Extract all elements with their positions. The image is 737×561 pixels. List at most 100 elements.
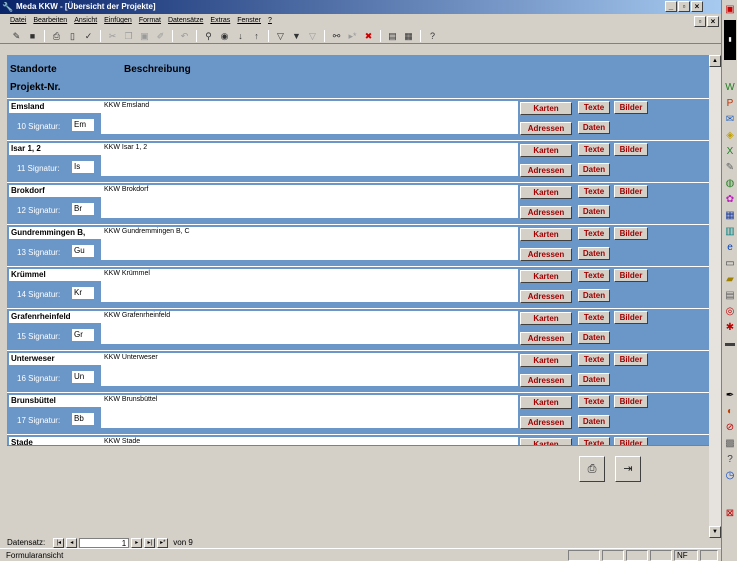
daten-button[interactable]: Daten: [578, 415, 610, 428]
location-name-field[interactable]: Brokdorf: [9, 185, 102, 197]
bilder-button[interactable]: Bilder: [614, 269, 648, 282]
signature-field[interactable]: Kr: [72, 287, 94, 299]
signature-field[interactable]: Bb: [72, 413, 94, 425]
globe-icon[interactable]: ◍: [724, 178, 736, 190]
cut-icon[interactable]: ✂: [106, 30, 119, 42]
location-name-field[interactable]: Brunsbüttel: [9, 395, 102, 407]
location-name-field[interactable]: Isar 1, 2: [9, 143, 102, 155]
location-name-field[interactable]: Grafenrheinfeld: [9, 311, 102, 323]
karten-button[interactable]: Karten: [520, 354, 572, 367]
texte-button[interactable]: Texte: [578, 269, 610, 282]
spellcheck-icon[interactable]: ✓: [82, 30, 95, 42]
new-object-icon[interactable]: ▦: [402, 30, 415, 42]
new-record-nav-button[interactable]: ▸*: [157, 537, 169, 548]
menu-extras[interactable]: Extras: [210, 14, 230, 28]
adressen-button[interactable]: Adressen: [520, 332, 572, 345]
description-field[interactable]: KKW Grafenrheinfeld: [101, 311, 518, 344]
help-icon[interactable]: ?: [724, 454, 736, 466]
folder-icon[interactable]: ▰: [724, 274, 736, 286]
minimize-button[interactable]: _: [665, 1, 677, 12]
find-icon[interactable]: ⚯: [330, 30, 343, 42]
texte-button[interactable]: Texte: [578, 395, 610, 408]
bilder-button[interactable]: Bilder: [614, 353, 648, 366]
office-assistant-icon[interactable]: ?: [426, 30, 439, 42]
filter-form-icon[interactable]: ▼: [290, 30, 303, 42]
clock-icon[interactable]: ◷: [724, 470, 736, 482]
menu-ansicht[interactable]: Ansicht: [74, 14, 97, 28]
calendar-icon[interactable]: ▦: [724, 210, 736, 222]
signature-field[interactable]: Br: [72, 203, 94, 215]
menu-fenster[interactable]: Fenster: [237, 14, 261, 28]
bilder-button[interactable]: Bilder: [614, 227, 648, 240]
computer-icon[interactable]: ▭: [724, 258, 736, 270]
karten-button[interactable]: Karten: [520, 144, 572, 157]
exit-button[interactable]: ⇥: [615, 456, 641, 482]
view-icon[interactable]: ✎: [10, 30, 23, 42]
signature-field[interactable]: Un: [72, 371, 94, 383]
signature-field[interactable]: Gu: [72, 245, 94, 257]
outlook-icon[interactable]: ✉: [724, 114, 736, 126]
filter-selection-icon[interactable]: ▽: [274, 30, 287, 42]
location-name-field[interactable]: Emsland: [9, 101, 102, 113]
daten-button[interactable]: Daten: [578, 205, 610, 218]
signature-field[interactable]: Em: [72, 119, 94, 131]
delete-record-icon[interactable]: ✖: [362, 30, 375, 42]
pen-icon[interactable]: ✒: [724, 390, 736, 402]
adressen-button[interactable]: Adressen: [520, 248, 572, 261]
paint-icon[interactable]: ✿: [724, 194, 736, 206]
sort-ascending-icon[interactable]: ↓: [234, 30, 247, 42]
prev-record-button[interactable]: ◂: [66, 537, 78, 548]
network-icon[interactable]: ▩: [724, 438, 736, 450]
menu-bearbeiten[interactable]: Bearbeiten: [33, 14, 67, 28]
menu-format[interactable]: Format: [139, 14, 161, 28]
adressen-button[interactable]: Adressen: [520, 206, 572, 219]
powerpoint-icon[interactable]: P: [724, 98, 736, 110]
stop-icon[interactable]: ⊘: [724, 422, 736, 434]
signature-field[interactable]: Gr: [72, 329, 94, 341]
bilder-button[interactable]: Bilder: [614, 143, 648, 156]
internet-explorer-icon[interactable]: e: [724, 242, 736, 254]
texte-button[interactable]: Texte: [578, 185, 610, 198]
bilder-button[interactable]: Bilder: [614, 395, 648, 408]
description-field[interactable]: KKW Gundremmingen B, C: [101, 227, 518, 260]
adressen-button[interactable]: Adressen: [520, 374, 572, 387]
scroll-down-button[interactable]: ▼: [709, 526, 721, 538]
record-number-input[interactable]: 1: [79, 537, 130, 548]
notes-icon[interactable]: ✎: [724, 162, 736, 174]
new-record-icon[interactable]: ▸*: [346, 30, 359, 42]
vertical-scrollbar[interactable]: ▲ ▼: [709, 55, 721, 538]
daten-button[interactable]: Daten: [578, 121, 610, 134]
karten-button[interactable]: Karten: [520, 228, 572, 241]
texte-button[interactable]: Texte: [578, 101, 610, 114]
print-report-button[interactable]: ⎙: [579, 456, 605, 482]
media-icon[interactable]: ◐: [724, 406, 736, 418]
adressen-button[interactable]: Adressen: [520, 164, 572, 177]
texte-button[interactable]: Texte: [578, 143, 610, 156]
monitor-icon[interactable]: ▬: [724, 338, 736, 350]
mdi-close-button[interactable]: ×: [707, 16, 719, 27]
karten-button[interactable]: Karten: [520, 396, 572, 409]
close-button[interactable]: ×: [691, 1, 703, 12]
format-painter-icon[interactable]: ✐: [154, 30, 167, 42]
save-icon[interactable]: ■: [26, 30, 39, 42]
texte-button[interactable]: Texte: [578, 353, 610, 366]
daten-button[interactable]: Daten: [578, 163, 610, 176]
bilder-button[interactable]: Bilder: [614, 311, 648, 324]
word-icon[interactable]: W: [724, 82, 736, 94]
next-record-button[interactable]: ▸: [131, 537, 143, 548]
adressen-button[interactable]: Adressen: [520, 416, 572, 429]
description-field[interactable]: KKW Brokdorf: [101, 185, 518, 218]
tool-icon[interactable]: ✱: [724, 322, 736, 334]
web-icon[interactable]: ◉: [218, 30, 231, 42]
document-icon[interactable]: ▤: [724, 290, 736, 302]
copy-icon[interactable]: ❐: [122, 30, 135, 42]
texte-button[interactable]: Texte: [578, 227, 610, 240]
description-field[interactable]: KKW Krümmel: [101, 269, 518, 302]
database-window-icon[interactable]: ▤: [386, 30, 399, 42]
sort-descending-icon[interactable]: ↑: [250, 30, 263, 42]
excel-icon[interactable]: X: [724, 146, 736, 158]
scroll-up-button[interactable]: ▲: [709, 55, 721, 67]
menu-datei[interactable]: Datei: [10, 14, 26, 28]
menu-datensaetze[interactable]: Datensätze: [168, 14, 203, 28]
last-record-button[interactable]: ▸|: [144, 537, 156, 548]
